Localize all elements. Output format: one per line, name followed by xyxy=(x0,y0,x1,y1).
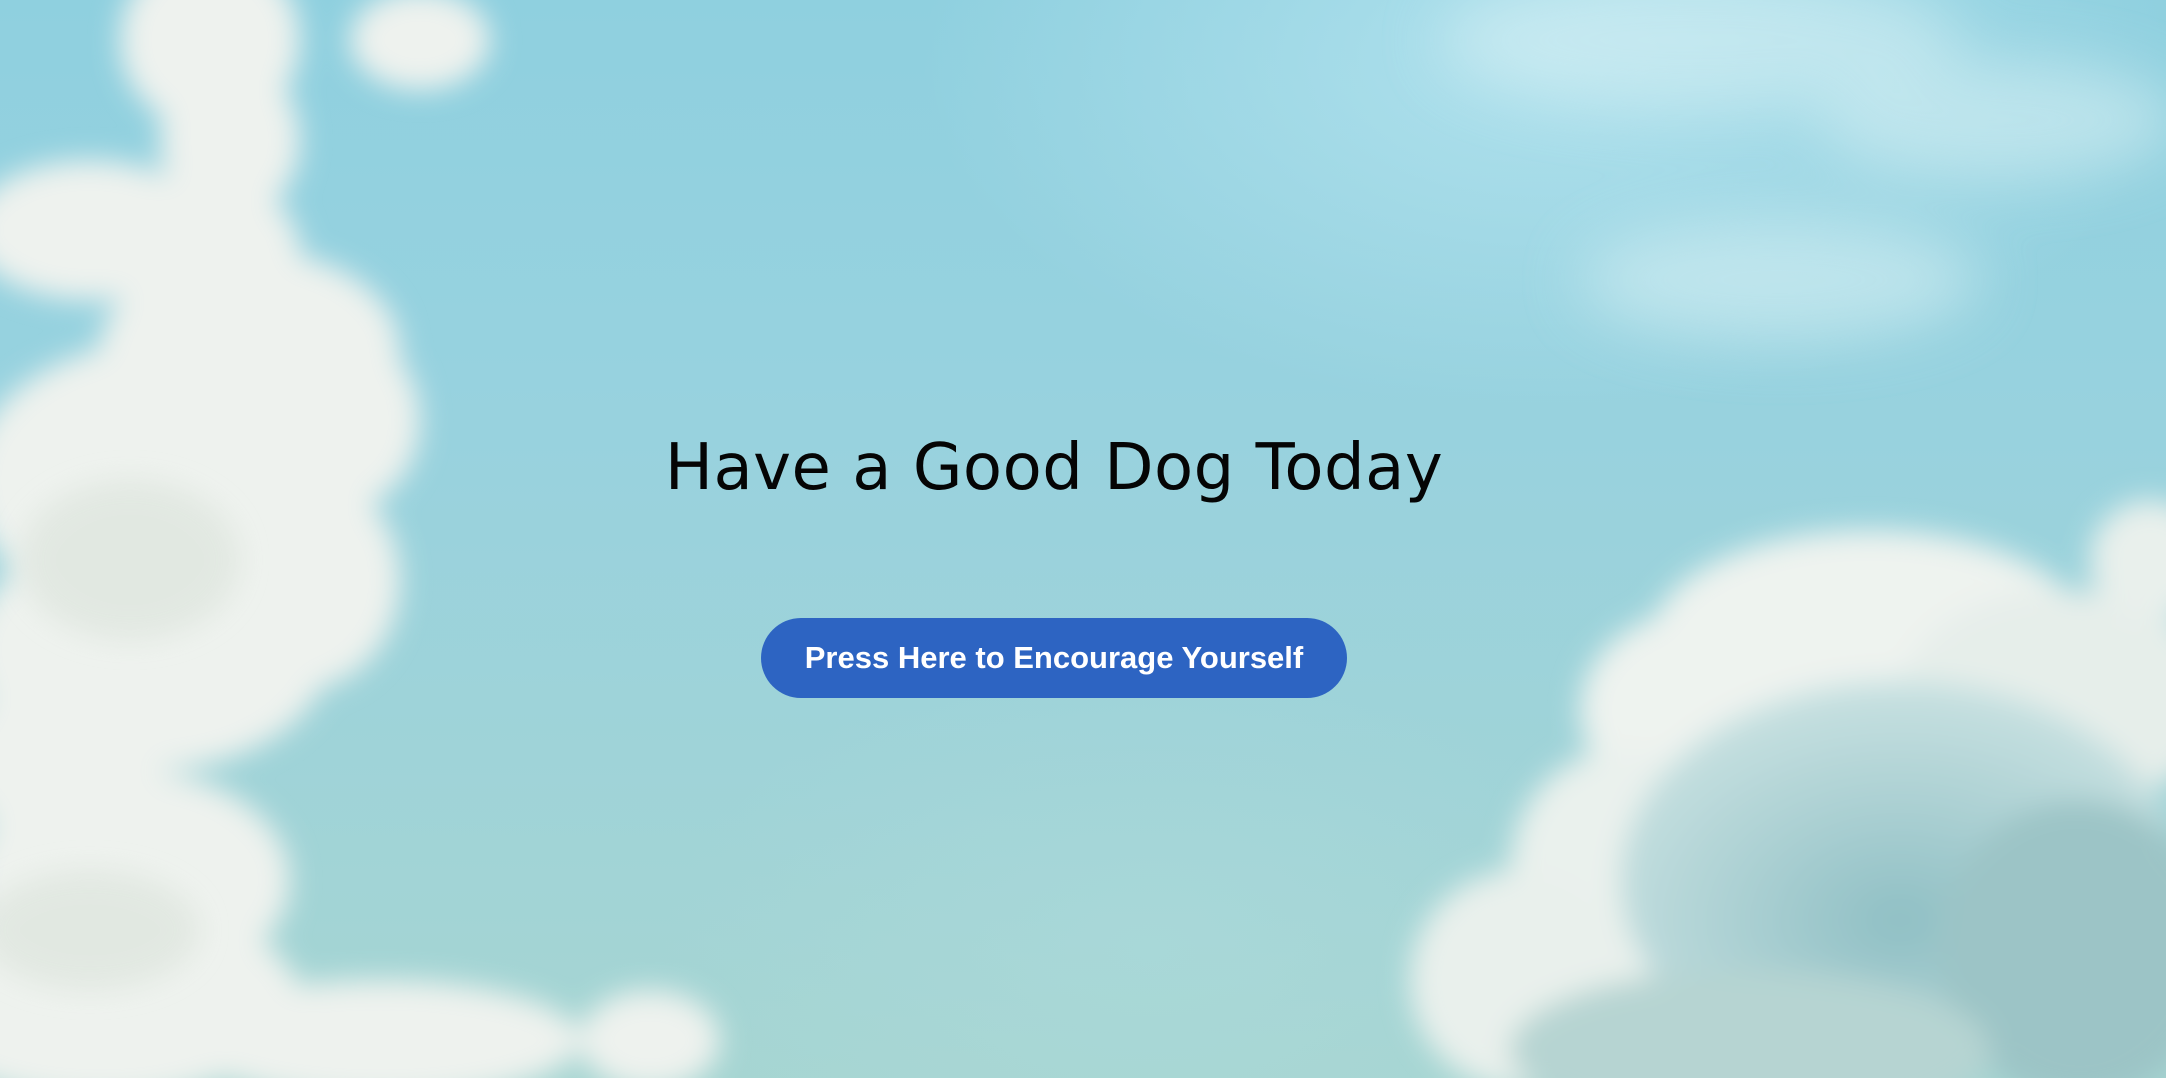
encourage-button[interactable]: Press Here to Encourage Yourself xyxy=(761,618,1347,698)
page-title: Have a Good Dog Today xyxy=(664,431,1444,505)
sky-background xyxy=(0,0,2166,1078)
clouds-image xyxy=(0,0,2166,1078)
